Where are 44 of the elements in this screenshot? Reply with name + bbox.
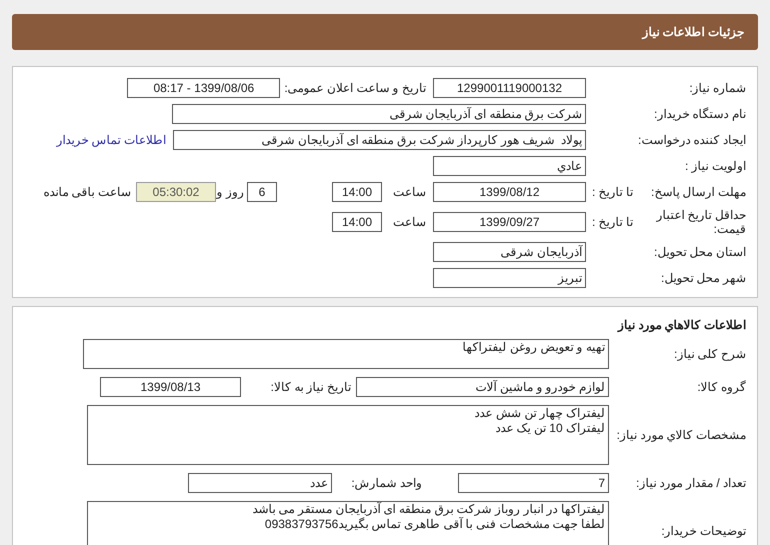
field-label: اولویت نیاز :: [684, 158, 746, 175]
text-field[interactable]: 1399/09/27: [433, 212, 586, 232]
field-label: تاریخ نیاز به کالا:: [270, 379, 351, 396]
text-field[interactable]: عادي: [433, 156, 586, 176]
field-label: واحد شمارش:: [350, 475, 422, 492]
text-field[interactable]: 1399/08/06 - 08:17: [127, 78, 280, 98]
text-area[interactable]: لیفتراک چهار تن شش عدد لیفتراک 10 تن یک عدد: [87, 405, 609, 465]
text-field[interactable]: 14:00: [332, 182, 382, 202]
text-field[interactable]: عدد: [188, 473, 332, 493]
countdown-field: 05:30:02: [136, 182, 216, 202]
text-field[interactable]: شرکت برق منطقه ای آذربایجان شرقی: [172, 104, 586, 124]
field-label: تا تاریخ :: [592, 184, 634, 201]
field-label: مشخصات کالاي مورد نياز:: [616, 427, 746, 444]
text-field[interactable]: 1399/08/12: [433, 182, 586, 202]
field-label: ساعت باقی مانده: [43, 184, 131, 201]
contact-link[interactable]: اطلاعات تماس خریدار: [56, 131, 166, 149]
field-label: شرح کلی نیاز:: [674, 346, 746, 363]
text-area[interactable]: لیفتراکها در انبار روباز شرکت برق منطقه ای آذربایجان مستقر می باشد لطفا جهت مشخصات فنی با آقی طاهری تماس بگیرید09383793756: [87, 501, 609, 545]
field-label: شهر محل تحویل:: [660, 270, 746, 287]
text-area[interactable]: تهیه و تعویض روغن لیفتراکها: [83, 339, 609, 369]
field-label: تا تاریخ :: [592, 214, 634, 231]
field-label: مهلت ارسال پاسخ:: [651, 185, 746, 199]
text-field[interactable]: 1299001119000132: [433, 78, 586, 98]
field-label: ساعت: [392, 214, 426, 231]
field-label: حداقل تاریخ اعتبار قیمت:: [655, 208, 746, 236]
text-field[interactable]: 14:00: [332, 212, 382, 232]
text-field[interactable]: 7: [458, 473, 609, 493]
field-label: تاریخ و ساعت اعلان عمومی:: [284, 80, 426, 97]
field-label: ساعت: [392, 184, 426, 201]
text-field[interactable]: لوازم خودرو و ماشین آلات: [356, 377, 609, 397]
text-field[interactable]: 1399/08/13: [100, 377, 241, 397]
text-field[interactable]: 6: [247, 182, 277, 202]
field-label: توضیحات خریدار:: [661, 523, 746, 540]
text-field[interactable]: آذربایجان شرقی: [433, 242, 586, 262]
page-title: جزئیات اطلاعات نیاز: [642, 24, 744, 41]
text-field[interactable]: تبریز: [433, 268, 586, 288]
field-label: ایجاد کننده درخواست:: [638, 132, 746, 149]
field-label: نام دستگاه خریدار:: [654, 106, 746, 123]
text-field[interactable]: پولاد شریف هور کارپرداز شرکت برق منطقه ای آذربایجان شرقی: [173, 130, 586, 150]
field-label: گروه کالا:: [697, 379, 746, 396]
field-label: استان محل تحویل:: [654, 244, 746, 261]
field-label: تعداد / مقدار مورد نیاز:: [636, 475, 746, 492]
section-title: اطلاعات کالاهاي مورد نياز: [616, 317, 747, 334]
field-label: شماره نیاز:: [689, 80, 746, 97]
